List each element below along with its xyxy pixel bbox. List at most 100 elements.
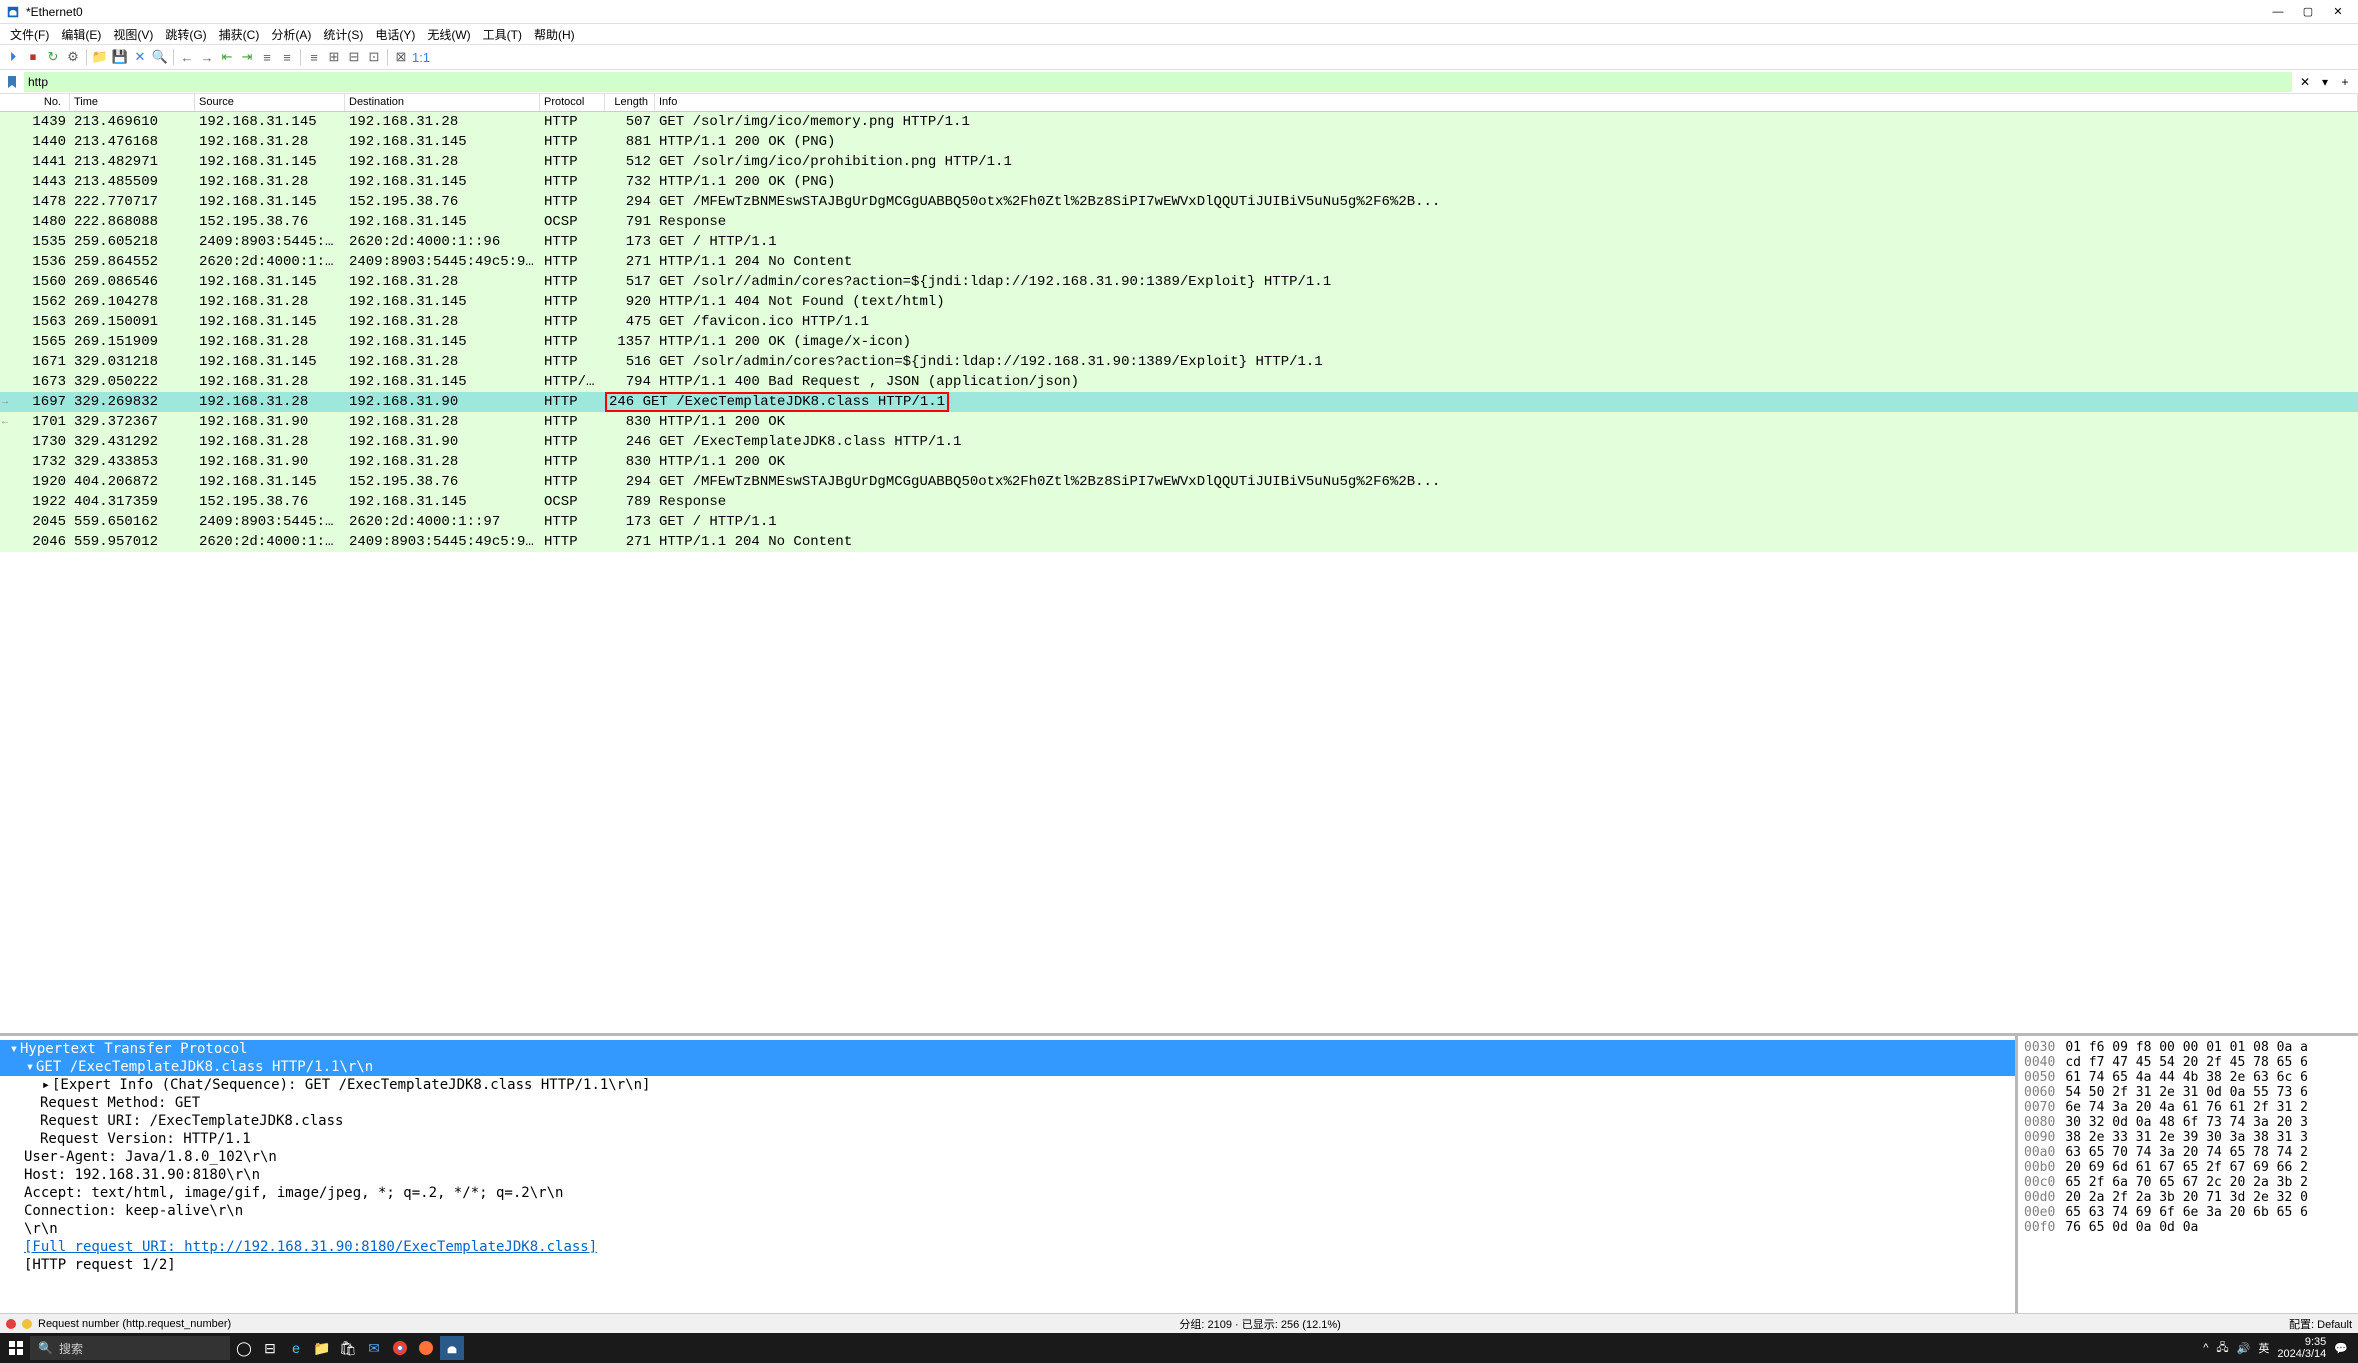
- menu-item[interactable]: 视图(V): [107, 24, 159, 45]
- column-header[interactable]: Protocol: [540, 94, 605, 111]
- bookmark-icon[interactable]: [4, 74, 20, 90]
- column-header[interactable]: Time: [70, 94, 195, 111]
- toolbar-button[interactable]: ≡: [278, 48, 296, 66]
- packet-row[interactable]: 1922404.317359152.195.38.76192.168.31.14…: [0, 492, 2358, 512]
- packet-row[interactable]: 1563269.150091192.168.31.145192.168.31.2…: [0, 312, 2358, 332]
- taskbar-search[interactable]: 🔍 搜索: [30, 1336, 230, 1360]
- hex-line[interactable]: 00a063 65 70 74 3a 20 74 65 78 74 2: [2024, 1145, 2352, 1160]
- menu-item[interactable]: 编辑(E): [55, 24, 107, 45]
- menu-item[interactable]: 跳转(G): [159, 24, 212, 45]
- toolbar-button[interactable]: 📁: [91, 48, 109, 66]
- hex-line[interactable]: 009038 2e 33 31 2e 39 30 3a 38 31 3: [2024, 1130, 2352, 1145]
- task-explorer-icon[interactable]: 📁: [310, 1336, 334, 1360]
- packet-row[interactable]: 1443213.485509192.168.31.28192.168.31.14…: [0, 172, 2358, 192]
- packet-details-pane[interactable]: ▾Hypertext Transfer Protocol▾GET /ExecTe…: [0, 1036, 2018, 1313]
- toolbar-button[interactable]: ⚙: [64, 48, 82, 66]
- column-header[interactable]: Length: [605, 94, 655, 111]
- hex-line[interactable]: 0040cd f7 47 45 54 20 2f 45 78 65 6: [2024, 1055, 2352, 1070]
- task-cortana-icon[interactable]: ⊟: [258, 1336, 282, 1360]
- tree-toggle-icon[interactable]: ▾: [8, 1041, 20, 1057]
- task-firefox-icon[interactable]: [414, 1336, 438, 1360]
- detail-line[interactable]: Request Method: GET: [0, 1094, 2015, 1112]
- minimize-button[interactable]: —: [2264, 2, 2292, 22]
- toolbar-button[interactable]: 🔍: [151, 48, 169, 66]
- detail-line[interactable]: Connection: keep-alive\r\n: [0, 1202, 2015, 1220]
- menu-item[interactable]: 分析(A): [265, 24, 317, 45]
- filter-dropdown-button[interactable]: ▾: [2316, 73, 2334, 91]
- packet-row[interactable]: 1478222.770717192.168.31.145152.195.38.7…: [0, 192, 2358, 212]
- toolbar-button[interactable]: ⊞: [325, 48, 343, 66]
- column-header[interactable]: Source: [195, 94, 345, 111]
- maximize-button[interactable]: ▢: [2294, 2, 2322, 22]
- toolbar-button[interactable]: ⇤: [218, 48, 236, 66]
- task-store-icon[interactable]: 🛍: [336, 1336, 360, 1360]
- toolbar-button[interactable]: ⊡: [365, 48, 383, 66]
- menu-item[interactable]: 工具(T): [477, 24, 528, 45]
- tray-ime-icon[interactable]: 英: [2258, 1340, 2269, 1356]
- toolbar-button[interactable]: ≡: [305, 48, 323, 66]
- packet-row[interactable]: 2046559.9570122620:2d:4000:1:…2409:8903:…: [0, 532, 2358, 552]
- packet-row[interactable]: 1565269.151909192.168.31.28192.168.31.14…: [0, 332, 2358, 352]
- hex-line[interactable]: 005061 74 65 4a 44 4b 38 2e 63 6c 6: [2024, 1070, 2352, 1085]
- taskbar-clock[interactable]: 9:35 2024/3/14: [2277, 1336, 2326, 1360]
- packet-row[interactable]: 1562269.104278192.168.31.28192.168.31.14…: [0, 292, 2358, 312]
- column-header[interactable]: Info: [655, 94, 2358, 111]
- packet-list-pane[interactable]: No.TimeSourceDestinationProtocolLengthIn…: [0, 94, 2358, 1033]
- packet-row[interactable]: 1480222.868088152.195.38.76192.168.31.14…: [0, 212, 2358, 232]
- tray-up-icon[interactable]: ^: [2203, 1342, 2208, 1354]
- hex-line[interactable]: 00706e 74 3a 20 4a 61 76 61 2f 31 2: [2024, 1100, 2352, 1115]
- menu-item[interactable]: 捕获(C): [213, 24, 266, 45]
- menu-item[interactable]: 统计(S): [317, 24, 369, 45]
- detail-line[interactable]: Accept: text/html, image/gif, image/jpeg…: [0, 1184, 2015, 1202]
- toolbar-button[interactable]: ↻: [44, 48, 62, 66]
- toolbar-button[interactable]: →: [198, 48, 216, 66]
- toolbar-button[interactable]: 💾: [111, 48, 129, 66]
- hex-line[interactable]: 006054 50 2f 31 2e 31 0d 0a 55 73 6: [2024, 1085, 2352, 1100]
- hex-line[interactable]: 00c065 2f 6a 70 65 67 2c 20 2a 3b 2: [2024, 1175, 2352, 1190]
- tree-toggle-icon[interactable]: ▾: [24, 1059, 36, 1075]
- packet-row[interactable]: 1673329.050222192.168.31.28192.168.31.14…: [0, 372, 2358, 392]
- toolbar-button[interactable]: ✕: [131, 48, 149, 66]
- toolbar-button[interactable]: ⊟: [345, 48, 363, 66]
- tray-network-icon[interactable]: 🖧: [2216, 1339, 2228, 1358]
- detail-line[interactable]: [HTTP request 1/2]: [0, 1256, 2015, 1274]
- expert-info-icon[interactable]: [6, 1319, 16, 1329]
- task-chrome-icon[interactable]: [388, 1336, 412, 1360]
- detail-line[interactable]: Host: 192.168.31.90:8180\r\n: [0, 1166, 2015, 1184]
- detail-line[interactable]: ▸[Expert Info (Chat/Sequence): GET /Exec…: [0, 1076, 2015, 1094]
- start-button[interactable]: [4, 1336, 28, 1360]
- column-header[interactable]: No.: [0, 94, 70, 111]
- packet-row[interactable]: 1536259.8645522620:2d:4000:1:…2409:8903:…: [0, 252, 2358, 272]
- tree-toggle-icon[interactable]: ▸: [40, 1077, 52, 1093]
- menu-item[interactable]: 无线(W): [421, 24, 476, 45]
- detail-line[interactable]: Request Version: HTTP/1.1: [0, 1130, 2015, 1148]
- task-edge-icon[interactable]: e: [284, 1336, 308, 1360]
- packet-row[interactable]: 1535259.6052182409:8903:5445:…2620:2d:40…: [0, 232, 2358, 252]
- toolbar-button[interactable]: ≡: [258, 48, 276, 66]
- hex-line[interactable]: 003001 f6 09 f8 00 00 01 01 08 0a a: [2024, 1040, 2352, 1055]
- tray-volume-icon[interactable]: 🔊: [2237, 1342, 2251, 1355]
- hex-line[interactable]: 008030 32 0d 0a 48 6f 73 74 3a 20 3: [2024, 1115, 2352, 1130]
- packet-row[interactable]: →1697329.269832192.168.31.28192.168.31.9…: [0, 392, 2358, 412]
- filter-clear-button[interactable]: ✕: [2296, 73, 2314, 91]
- toolbar-button[interactable]: ←: [178, 48, 196, 66]
- menu-item[interactable]: 帮助(H): [528, 24, 581, 45]
- task-view-button[interactable]: ◯: [232, 1336, 256, 1360]
- packet-row[interactable]: 1732329.433853192.168.31.90192.168.31.28…: [0, 452, 2358, 472]
- task-mail-icon[interactable]: ✉: [362, 1336, 386, 1360]
- hex-line[interactable]: 00d020 2a 2f 2a 3b 20 71 3d 2e 32 0: [2024, 1190, 2352, 1205]
- hex-line[interactable]: 00e065 63 74 69 6f 6e 3a 20 6b 65 6: [2024, 1205, 2352, 1220]
- toolbar-button[interactable]: ⏵: [4, 48, 22, 66]
- packet-row[interactable]: 1730329.431292192.168.31.28192.168.31.90…: [0, 432, 2358, 452]
- packet-bytes-pane[interactable]: 003001 f6 09 f8 00 00 01 01 08 0a a0040c…: [2018, 1036, 2358, 1313]
- toolbar-button[interactable]: ⊠: [392, 48, 410, 66]
- expert-warn-icon[interactable]: [22, 1319, 32, 1329]
- notifications-icon[interactable]: 💬: [2334, 1342, 2348, 1355]
- hex-line[interactable]: 00f076 65 0d 0a 0d 0a: [2024, 1220, 2352, 1235]
- task-wireshark-icon[interactable]: [440, 1336, 464, 1360]
- packet-row[interactable]: ←1701329.372367192.168.31.90192.168.31.2…: [0, 412, 2358, 432]
- close-button[interactable]: ✕: [2324, 2, 2352, 22]
- detail-line[interactable]: [Full request URI: http://192.168.31.90:…: [0, 1238, 2015, 1256]
- packet-row[interactable]: 1440213.476168192.168.31.28192.168.31.14…: [0, 132, 2358, 152]
- display-filter-input[interactable]: [24, 72, 2292, 92]
